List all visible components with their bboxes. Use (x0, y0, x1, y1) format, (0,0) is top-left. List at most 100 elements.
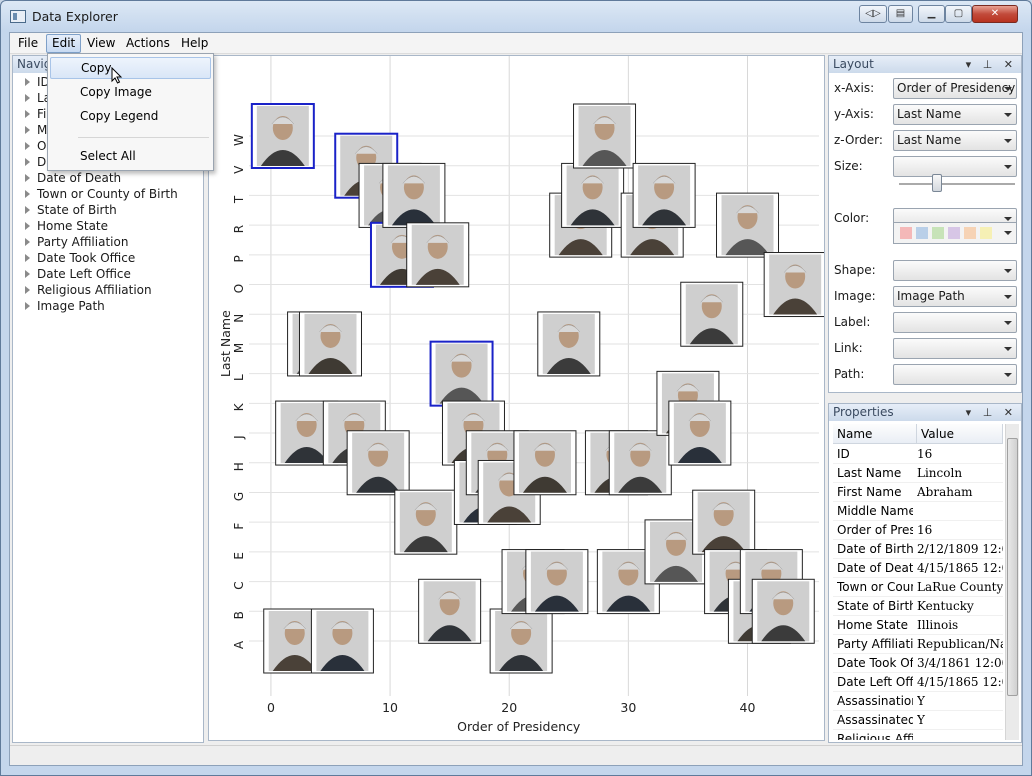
layout-combo[interactable] (893, 156, 1017, 177)
property-row[interactable]: Date Took Offi 3/4/1861 12:00 (833, 654, 1003, 673)
layout-combo[interactable] (893, 260, 1017, 281)
back-forward-icon[interactable]: ◁▷ (859, 5, 887, 23)
data-point[interactable] (632, 162, 696, 228)
expand-arrow-icon[interactable] (25, 158, 30, 166)
property-row[interactable]: State of Birth Kentucky (833, 597, 1003, 616)
property-row[interactable]: Date of Birth 2/12/1809 12:0 (833, 540, 1003, 559)
expand-arrow-icon[interactable] (25, 222, 30, 230)
color-palette-combo[interactable] (893, 222, 1017, 244)
data-point[interactable] (250, 103, 315, 169)
menu-item-select-all[interactable]: Select All (50, 145, 211, 167)
data-point[interactable] (525, 549, 589, 615)
expand-arrow-icon[interactable] (25, 190, 30, 198)
data-point[interactable] (489, 608, 553, 674)
expand-arrow-icon[interactable] (25, 254, 30, 262)
property-row[interactable]: Last Name Lincoln (833, 464, 1003, 483)
minimize-button[interactable]: ▁ (918, 5, 945, 23)
snapshot-icon[interactable]: ▤ (888, 5, 913, 23)
data-point[interactable] (751, 578, 815, 644)
property-row[interactable]: Middle Name (833, 502, 1003, 521)
property-row[interactable]: Assassination A Y (833, 692, 1003, 711)
nav-item-date-left-office[interactable]: Date Left Office (13, 266, 203, 282)
panel-controls[interactable]: ▾ ⊥ ✕ (966, 56, 1017, 73)
size-slider-thumb[interactable] (932, 174, 943, 192)
property-row[interactable]: ID 16 (833, 445, 1003, 464)
data-point[interactable] (382, 162, 446, 228)
expand-arrow-icon[interactable] (25, 206, 30, 214)
layout-combo[interactable]: Last Name (893, 104, 1017, 125)
title-bar[interactable]: Data Explorer ◁▷ ▤ ▁ ▢ ✕ (1, 1, 1031, 33)
property-row[interactable]: Date Left Offic 4/15/1865 12:0 (833, 673, 1003, 692)
panel-controls[interactable]: ▾ ⊥ ✕ (966, 404, 1017, 421)
expand-arrow-icon[interactable] (25, 126, 30, 134)
nav-item-image-path[interactable]: Image Path (13, 298, 203, 314)
expand-arrow-icon[interactable] (25, 270, 30, 278)
data-point[interactable] (668, 400, 732, 466)
data-point[interactable] (692, 489, 756, 555)
menu-item-copy-image[interactable]: Copy Image (50, 81, 211, 103)
nav-item-home-state[interactable]: Home State (13, 218, 203, 234)
expand-arrow-icon[interactable] (25, 78, 30, 86)
layout-label: y-Axis: (834, 107, 874, 121)
menu-item-copy[interactable]: Copy (50, 57, 211, 79)
expand-arrow-icon[interactable] (25, 174, 30, 182)
layout-combo[interactable] (893, 312, 1017, 333)
property-row[interactable]: Assassinated Y (833, 711, 1003, 730)
menu-edit[interactable]: Edit (46, 34, 82, 53)
data-point[interactable] (573, 103, 637, 169)
data-point[interactable] (561, 162, 625, 228)
size-slider-track[interactable] (899, 183, 1015, 185)
data-point[interactable] (716, 192, 780, 258)
data-point[interactable] (680, 281, 744, 347)
nav-item-date-of-death[interactable]: Date of Death (13, 170, 203, 186)
maximize-button[interactable]: ▢ (945, 5, 972, 23)
data-point[interactable] (763, 252, 824, 318)
data-point[interactable] (394, 489, 458, 555)
layout-label: Link: (834, 341, 863, 355)
menu-item-copy-legend[interactable]: Copy Legend (50, 105, 211, 127)
nav-item-state-of-birth[interactable]: State of Birth (13, 202, 203, 218)
nav-item-religion[interactable]: Religious Affiliation (13, 282, 203, 298)
layout-combo[interactable] (893, 338, 1017, 359)
expand-arrow-icon[interactable] (25, 110, 30, 118)
scrollbar-thumb[interactable] (1007, 438, 1018, 696)
layout-combo[interactable]: Order of Presidency (893, 78, 1017, 99)
layout-combo[interactable] (893, 364, 1017, 385)
data-point[interactable] (537, 311, 601, 377)
close-button[interactable]: ✕ (972, 5, 1018, 23)
property-row[interactable]: Date of Death 4/15/1865 12:0 (833, 559, 1003, 578)
property-row[interactable]: First Name Abraham (833, 483, 1003, 502)
nav-item-town-of-birth[interactable]: Town or County of Birth (13, 186, 203, 202)
expand-arrow-icon[interactable] (25, 142, 30, 150)
data-point[interactable] (346, 430, 410, 496)
layout-combo[interactable]: Last Name (893, 130, 1017, 151)
column-header-name[interactable]: Name (833, 424, 917, 444)
property-row[interactable]: Town or Coun LaRue County (833, 578, 1003, 597)
nav-item-party[interactable]: Party Affiliation (13, 234, 203, 250)
data-point[interactable] (513, 430, 577, 496)
data-point[interactable] (298, 311, 362, 377)
property-row[interactable]: Order of Presid 16 (833, 521, 1003, 540)
menu-file[interactable]: File (13, 34, 43, 53)
data-point[interactable] (418, 578, 482, 644)
menu-view[interactable]: View (82, 34, 120, 53)
property-row[interactable]: Religious Affili (833, 730, 1003, 740)
data-point[interactable] (310, 608, 374, 674)
data-point[interactable] (429, 340, 494, 407)
column-header-value[interactable]: Value (917, 424, 1003, 444)
menu-actions[interactable]: Actions (121, 34, 175, 53)
data-point[interactable] (406, 222, 470, 288)
chart-panel[interactable]: A B C E F G H J K L M N O P R T V W Last Name 0 10 20 30 40 Orde… (208, 55, 825, 741)
expand-arrow-icon[interactable] (25, 302, 30, 310)
data-point[interactable] (608, 430, 672, 496)
expand-arrow-icon[interactable] (25, 238, 30, 246)
menu-help[interactable]: Help (176, 34, 213, 53)
property-row[interactable]: Home State Illinois (833, 616, 1003, 635)
expand-arrow-icon[interactable] (25, 286, 30, 294)
scatter-chart[interactable]: A B C E F G H J K L M N O P R T V W Last Name 0 10 20 30 40 Orde… (209, 56, 824, 740)
property-row[interactable]: Party Affiliatio Republican/Na (833, 635, 1003, 654)
properties-scrollbar[interactable] (1005, 424, 1019, 740)
expand-arrow-icon[interactable] (25, 94, 30, 102)
nav-item-date-took-office[interactable]: Date Took Office (13, 250, 203, 266)
layout-combo[interactable]: Image Path (893, 286, 1017, 307)
